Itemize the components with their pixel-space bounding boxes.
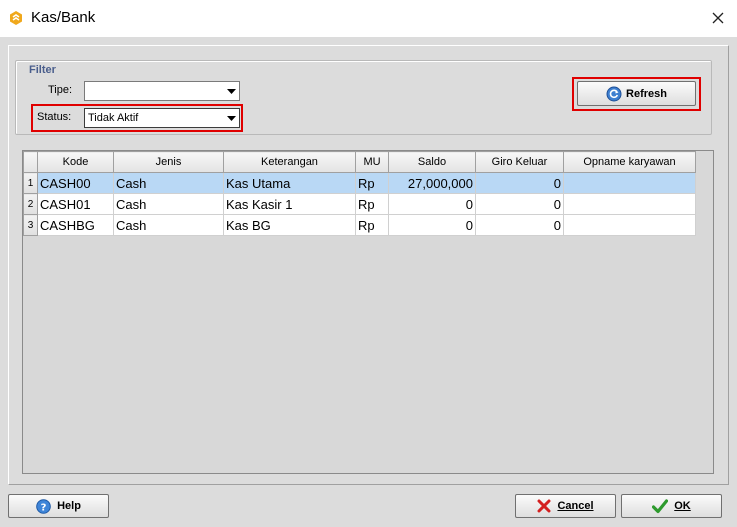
- column-header-mu[interactable]: MU: [355, 151, 389, 173]
- data-table: Kode Jenis Keterangan MU Saldo Giro Kelu…: [23, 151, 696, 236]
- row-number: 3: [23, 214, 38, 236]
- cell-saldo[interactable]: 0: [388, 214, 476, 236]
- app-logo-icon: [10, 11, 22, 25]
- cell-mu[interactable]: Rp: [355, 214, 389, 236]
- status-label: Status:: [37, 111, 72, 123]
- window-title: Kas/Bank: [31, 9, 96, 26]
- row-number: 2: [23, 193, 38, 215]
- cell-giro-keluar[interactable]: 0: [475, 214, 564, 236]
- dialog-body: Filter Tipe: Status: Tidak Aktif Refresh: [0, 37, 737, 527]
- ok-button[interactable]: OK: [621, 494, 722, 518]
- row-number: 1: [23, 172, 38, 194]
- column-header-opname[interactable]: Opname karyawan: [563, 151, 696, 173]
- cell-opname[interactable]: [563, 193, 696, 215]
- cell-mu[interactable]: Rp: [355, 172, 389, 194]
- column-header-kode[interactable]: Kode: [37, 151, 114, 173]
- help-icon: ?: [36, 498, 51, 514]
- cancel-button[interactable]: Cancel: [515, 494, 616, 518]
- cell-giro-keluar[interactable]: 0: [475, 193, 564, 215]
- tipe-label: Tipe:: [48, 84, 73, 96]
- cell-keterangan[interactable]: Kas Utama: [223, 172, 356, 194]
- column-header-keterangan[interactable]: Keterangan: [223, 151, 356, 173]
- table-row[interactable]: 2 CASH01 Cash Kas Kasir 1 Rp 0 0: [23, 193, 696, 215]
- cell-giro-keluar[interactable]: 0: [475, 172, 564, 194]
- chevron-down-icon: [227, 89, 236, 94]
- title-bar: Kas/Bank: [0, 0, 737, 37]
- table-header-row: Kode Jenis Keterangan MU Saldo Giro Kelu…: [23, 151, 696, 173]
- cell-saldo[interactable]: 0: [388, 193, 476, 215]
- cell-jenis[interactable]: Cash: [113, 214, 224, 236]
- cell-jenis[interactable]: Cash: [113, 172, 224, 194]
- cell-kode[interactable]: CASHBG: [37, 214, 114, 236]
- column-header-jenis[interactable]: Jenis: [113, 151, 224, 173]
- ok-label: OK: [674, 500, 691, 512]
- cell-kode[interactable]: CASH00: [37, 172, 114, 194]
- svg-text:?: ?: [41, 502, 47, 513]
- column-header-saldo[interactable]: Saldo: [388, 151, 476, 173]
- help-label: Help: [57, 500, 81, 512]
- table-row[interactable]: 3 CASHBG Cash Kas BG Rp 0 0: [23, 214, 696, 236]
- cell-keterangan[interactable]: Kas BG: [223, 214, 356, 236]
- column-header-giro-keluar[interactable]: Giro Keluar: [475, 151, 564, 173]
- cell-saldo[interactable]: 27,000,000: [388, 172, 476, 194]
- help-button[interactable]: ? Help: [8, 494, 109, 518]
- close-icon[interactable]: [706, 6, 730, 30]
- cell-opname[interactable]: [563, 214, 696, 236]
- filter-legend: Filter: [28, 64, 57, 76]
- kas-bank-grid[interactable]: Kode Jenis Keterangan MU Saldo Giro Kelu…: [22, 150, 714, 474]
- status-value: Tidak Aktif: [88, 112, 139, 124]
- table-row[interactable]: 1 CASH00 Cash Kas Utama Rp 27,000,000 0: [23, 172, 696, 194]
- chevron-down-icon: [227, 116, 236, 121]
- checkmark-icon: [652, 498, 669, 513]
- cancel-x-icon: [537, 499, 551, 513]
- refresh-label: Refresh: [626, 87, 667, 100]
- row-number-header: [23, 151, 38, 173]
- tipe-select[interactable]: [84, 81, 240, 101]
- cancel-label: Cancel: [557, 500, 594, 512]
- refresh-icon: [606, 86, 622, 101]
- cell-kode[interactable]: CASH01: [37, 193, 114, 215]
- cell-mu[interactable]: Rp: [355, 193, 389, 215]
- cell-keterangan[interactable]: Kas Kasir 1: [223, 193, 356, 215]
- cell-opname[interactable]: [563, 172, 696, 194]
- cell-jenis[interactable]: Cash: [113, 193, 224, 215]
- status-select[interactable]: Tidak Aktif: [84, 108, 240, 128]
- refresh-button[interactable]: Refresh: [577, 81, 696, 106]
